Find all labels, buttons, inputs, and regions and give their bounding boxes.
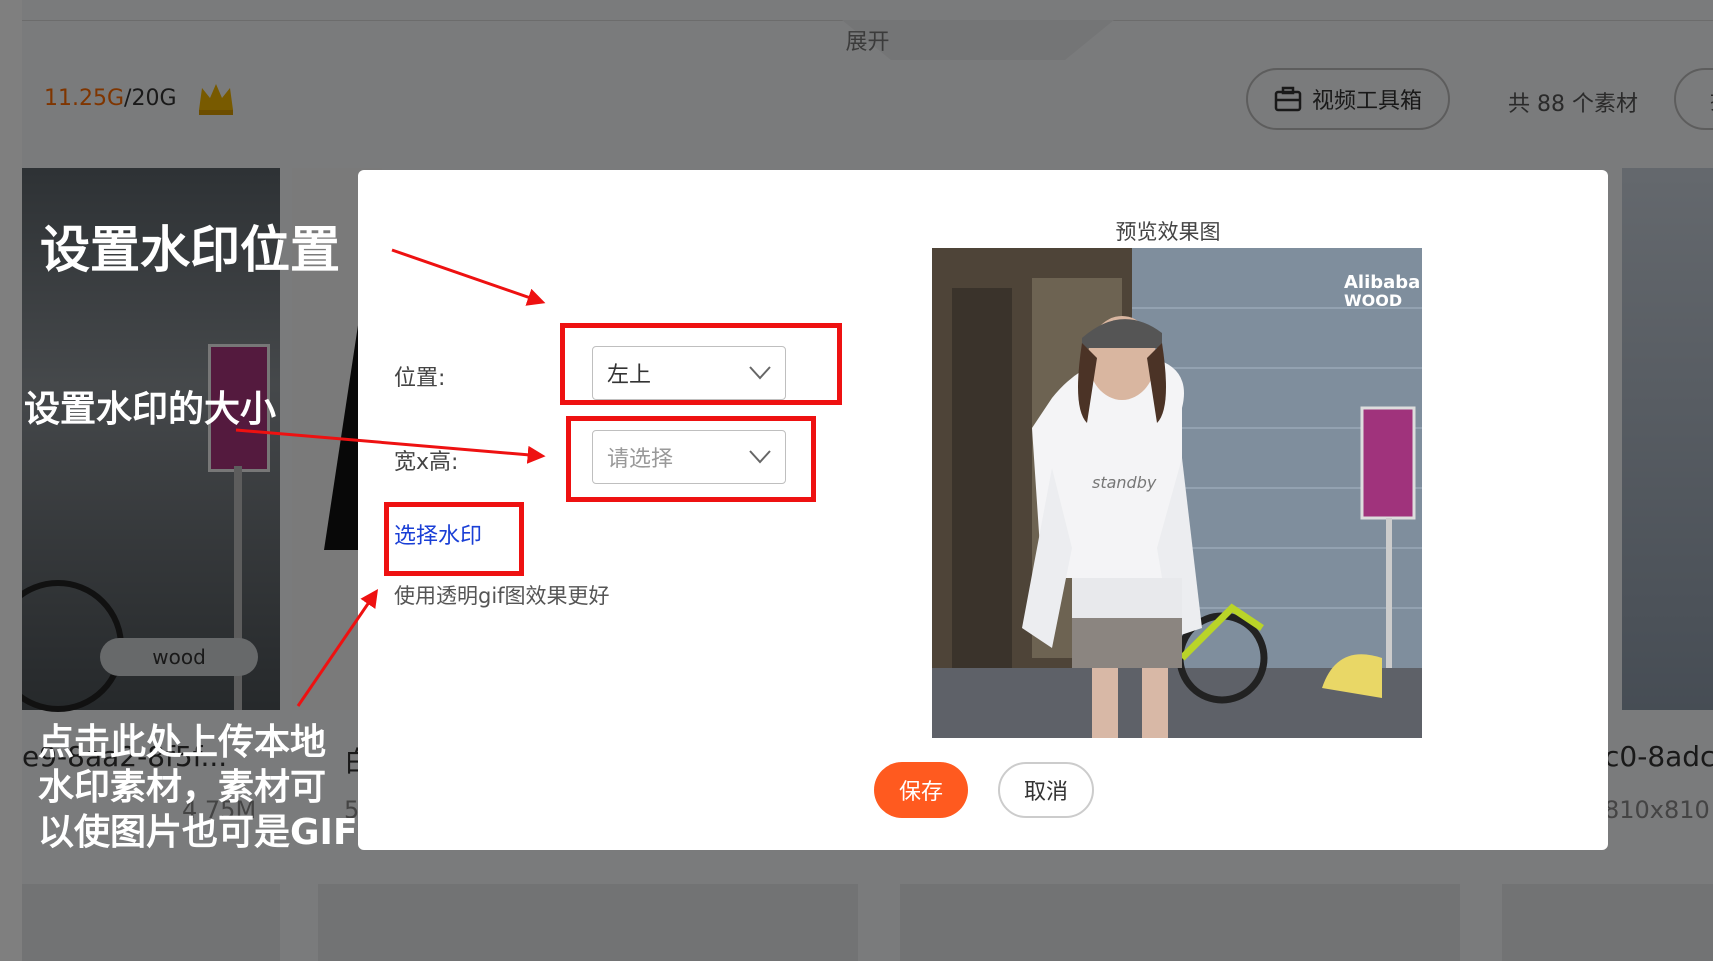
annotation-size: 设置水印的大小 xyxy=(24,389,277,430)
annotation-title: 设置水印位置 xyxy=(40,221,340,279)
arrow-icon xyxy=(296,589,379,707)
annotation-upload: 点击此处上传本地水印素材，素材可以使图片也可是GIF xyxy=(38,722,358,853)
arrow-icon xyxy=(391,248,546,306)
arrow-icon xyxy=(235,428,546,464)
